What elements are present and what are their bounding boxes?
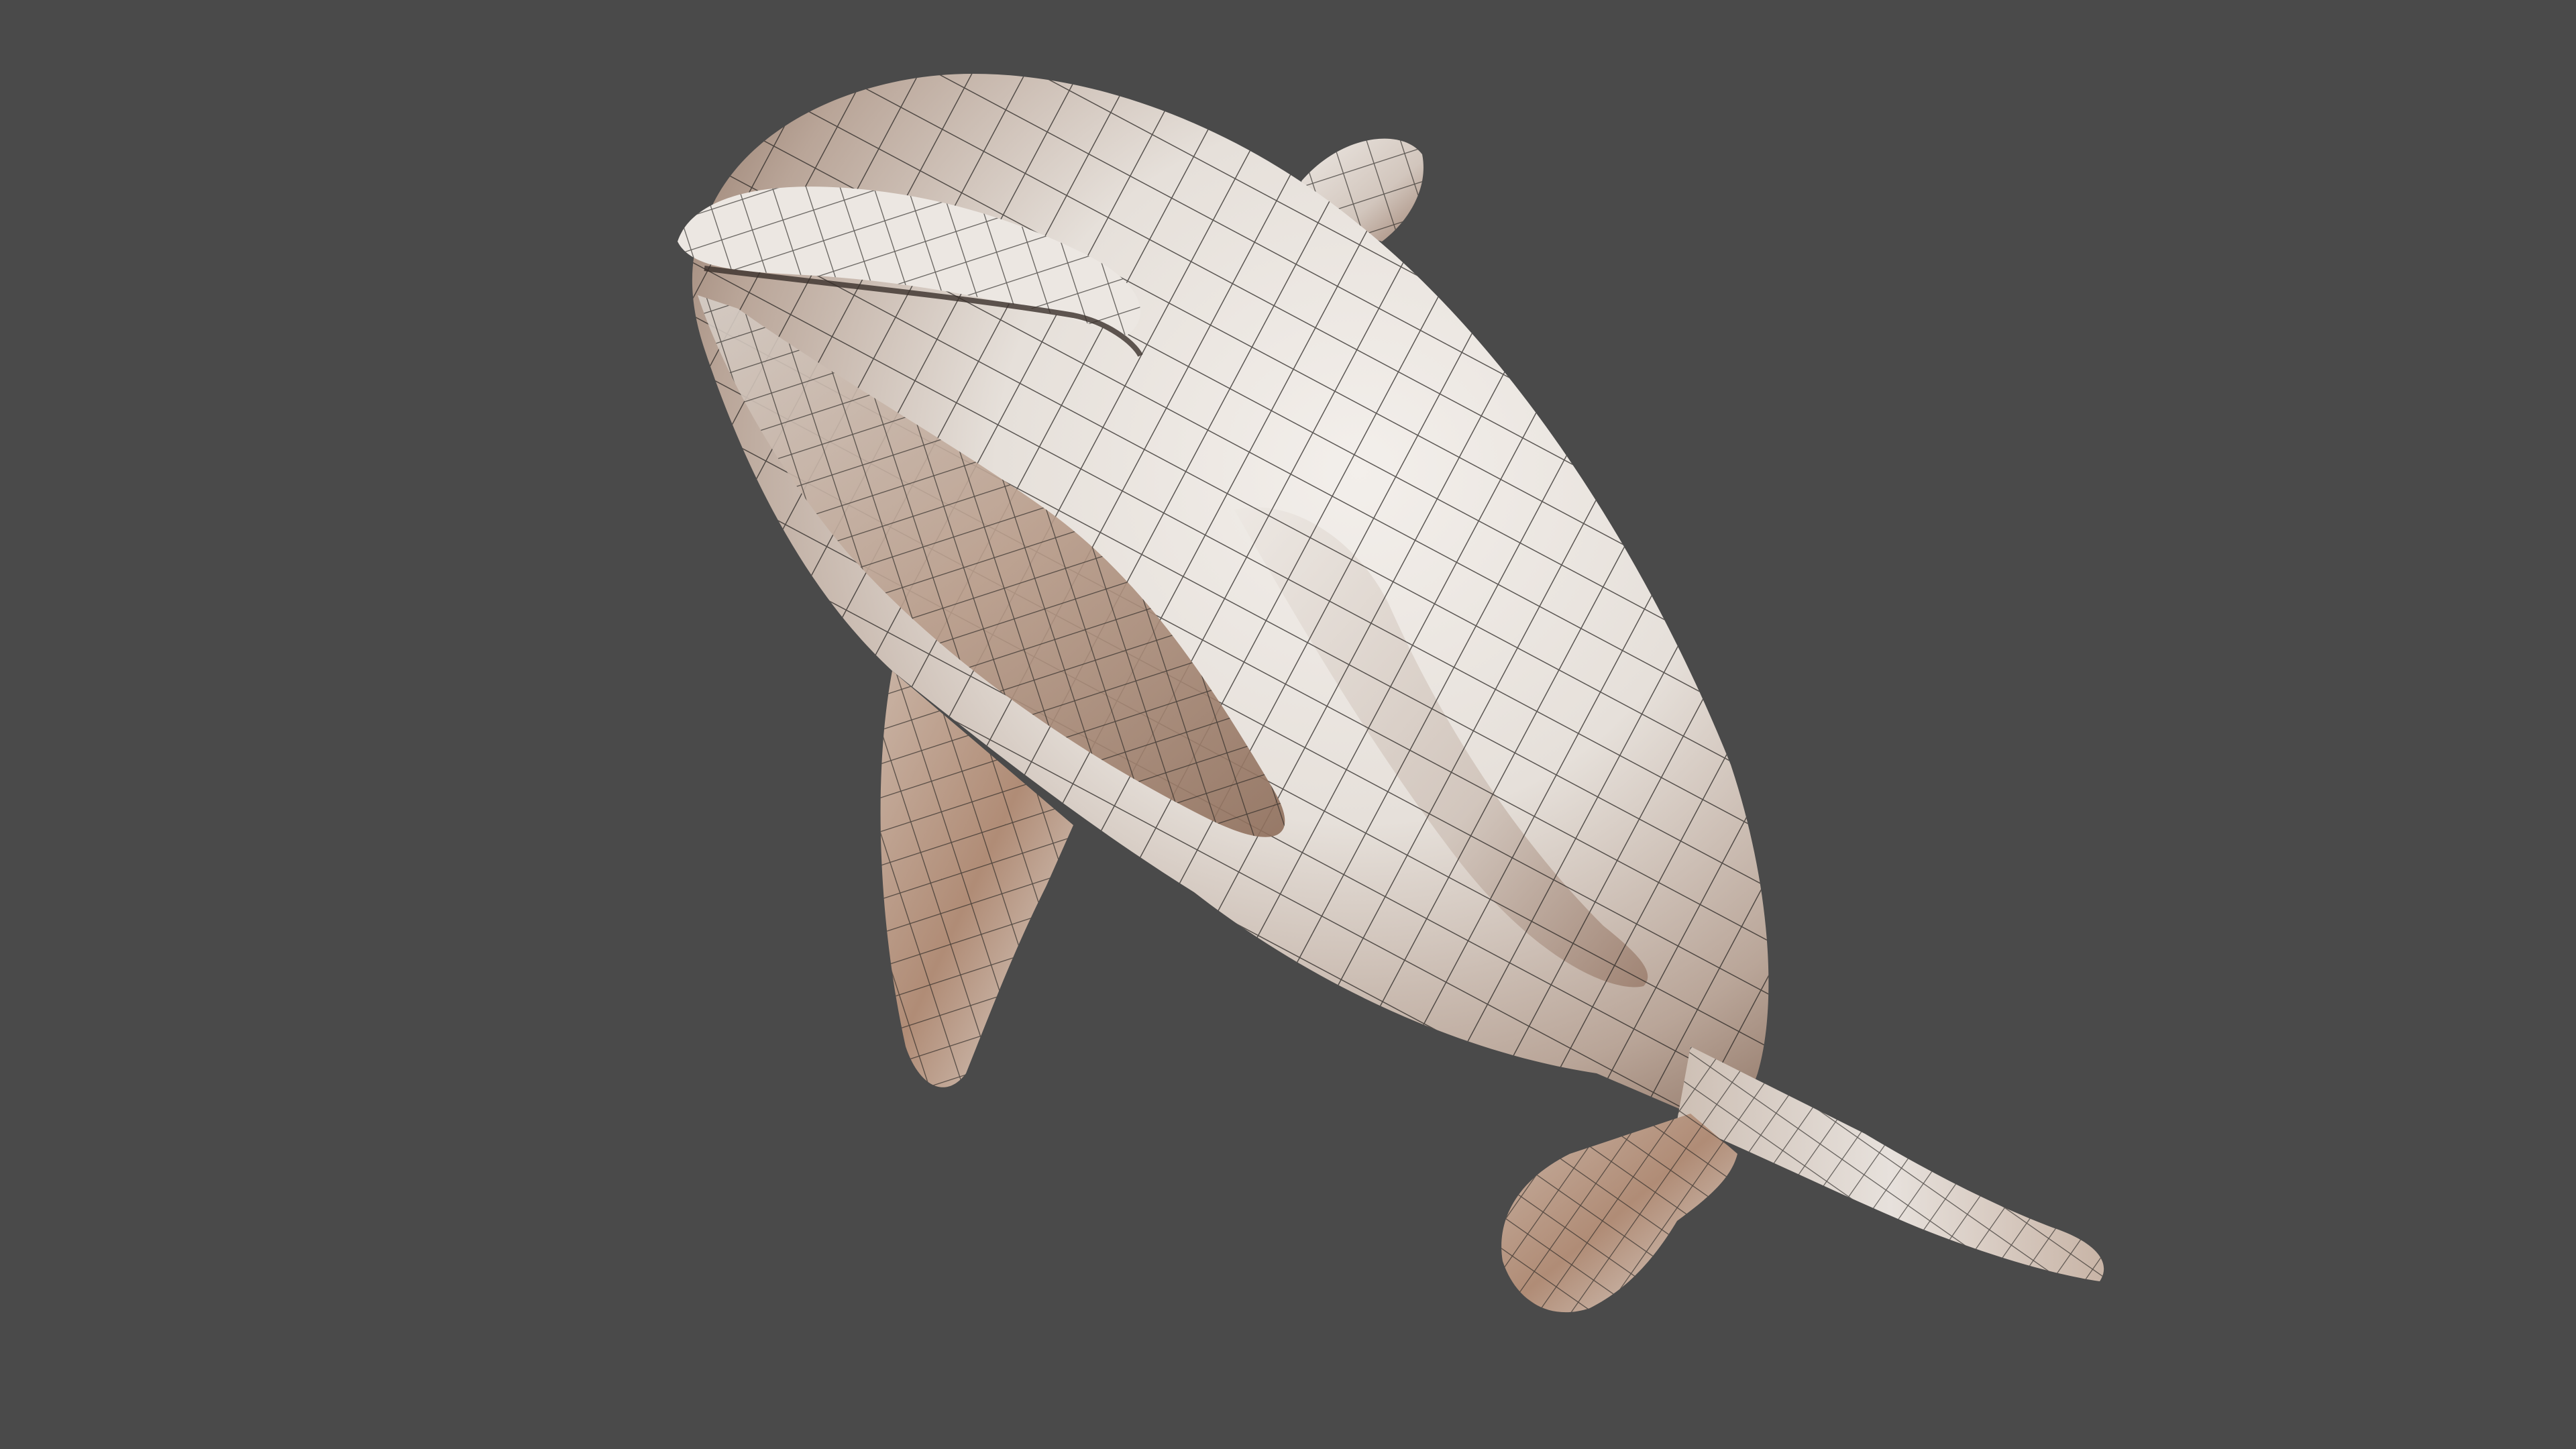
tail-stock (1677, 1046, 2104, 1281)
render-viewport (0, 0, 2576, 1449)
tail-fluke (1501, 1114, 1737, 1313)
dolphin-render (678, 74, 2104, 1313)
